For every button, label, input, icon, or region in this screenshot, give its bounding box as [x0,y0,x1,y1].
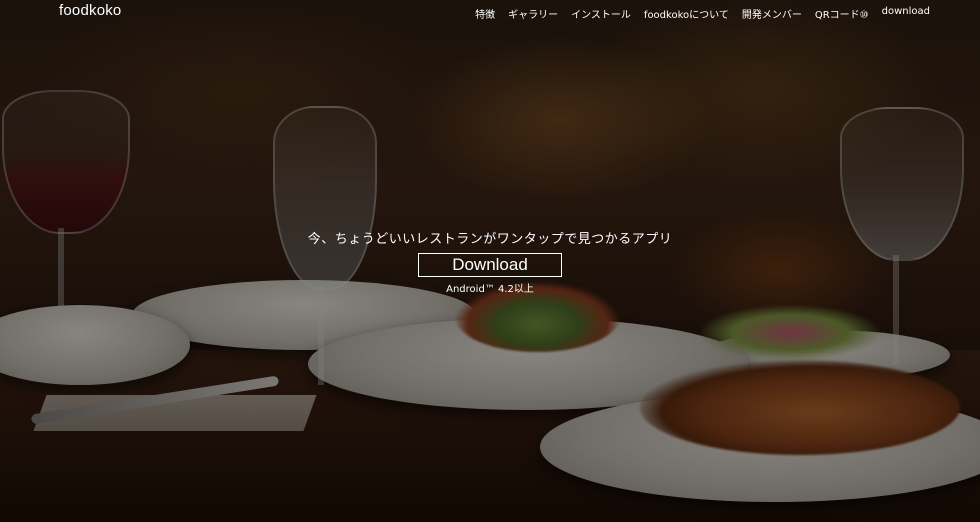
hero-tagline: 今、ちょうどいいレストランがワンタップで見つかるアプリ [307,232,673,247]
nav-item-install[interactable]: インストール [571,6,631,21]
site-header: foodkoko 特徴 ギャラリー インストール foodkokoについて 開発… [0,0,980,28]
nav-item-gallery[interactable]: ギャラリー [508,6,558,21]
nav-item-members[interactable]: 開発メンバー [742,6,802,21]
site-logo[interactable]: foodkoko [59,2,121,19]
hero-content: 今、ちょうどいいレストランがワンタップで見つかるアプリ Download And… [0,228,980,295]
nav-item-qrcode[interactable]: QRコード⑩ [815,6,869,21]
nav-item-download[interactable]: download [882,6,930,21]
android-requirement: Android™ 4.2以上 [446,284,534,295]
download-button[interactable]: Download [418,253,562,277]
hero-section: foodkoko 特徴 ギャラリー インストール foodkokoについて 開発… [0,0,980,522]
nav-item-about[interactable]: foodkokoについて [644,6,729,21]
main-nav: 特徴 ギャラリー インストール foodkokoについて 開発メンバー QRコー… [475,6,930,21]
nav-item-features[interactable]: 特徴 [475,6,495,21]
